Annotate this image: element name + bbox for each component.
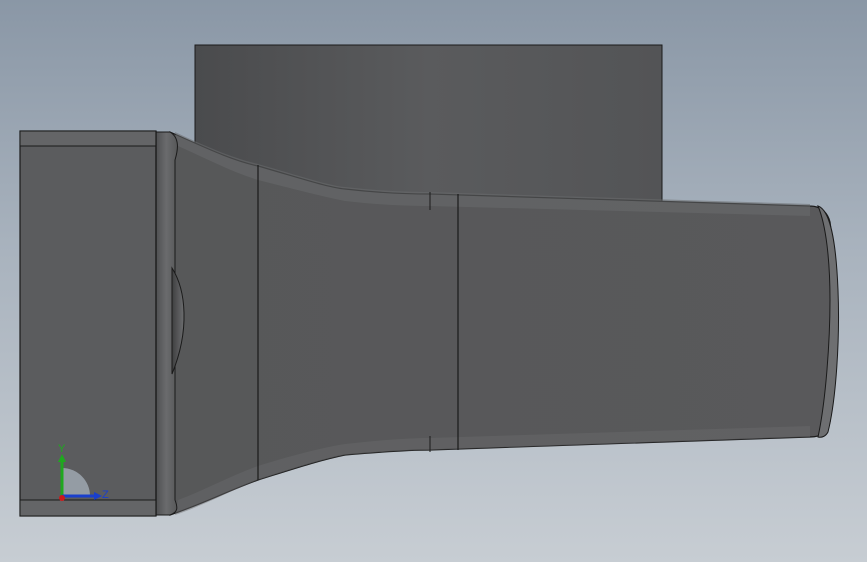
triad-z-arrow-icon bbox=[94, 492, 102, 500]
triad-z-label: Z bbox=[102, 489, 109, 501]
orientation-triad[interactable]: Y Z bbox=[40, 436, 120, 516]
triad-x-axis-dot bbox=[59, 495, 65, 501]
left-block-top-chamfer bbox=[19, 130, 157, 147]
triad-y-label: Y bbox=[58, 443, 66, 455]
3d-part-model[interactable] bbox=[0, 0, 867, 562]
cad-graphics-viewport[interactable]: Y Z bbox=[0, 0, 867, 562]
triad-y-arrow-icon bbox=[58, 454, 66, 462]
triad-quarter-disc bbox=[62, 468, 90, 496]
